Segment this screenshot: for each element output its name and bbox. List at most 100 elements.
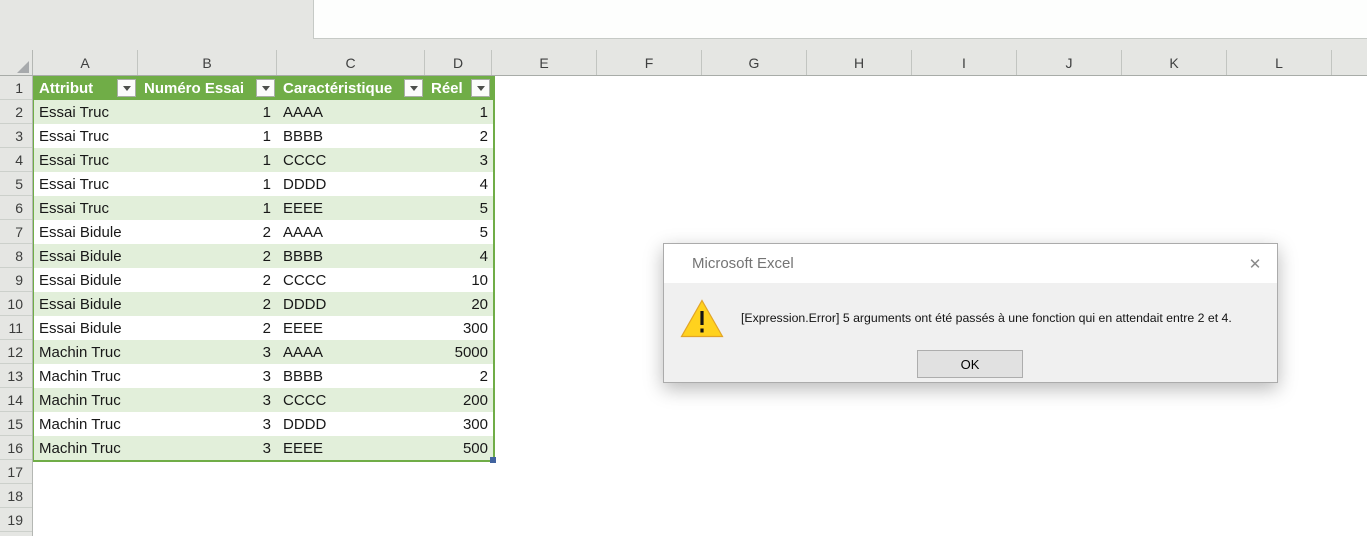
- cell-caracteristique[interactable]: CCCC: [278, 388, 426, 412]
- row-header[interactable]: 14: [0, 388, 32, 412]
- cell-attribut[interactable]: Machin Truc: [34, 340, 139, 364]
- cell-attribut[interactable]: Machin Truc: [34, 388, 139, 412]
- cell-caracteristique[interactable]: AAAA: [278, 340, 426, 364]
- cell-caracteristique[interactable]: BBBB: [278, 364, 426, 388]
- row-header[interactable]: 18: [0, 484, 32, 508]
- cell-attribut[interactable]: Essai Bidule: [34, 220, 139, 244]
- column-header[interactable]: D: [425, 50, 492, 75]
- table-header-cell[interactable]: Numéro Essai: [139, 76, 278, 100]
- column-header[interactable]: C: [277, 50, 425, 75]
- row-header[interactable]: 15: [0, 412, 32, 436]
- cell-attribut[interactable]: Machin Truc: [34, 436, 139, 460]
- filter-dropdown-button[interactable]: [404, 79, 423, 97]
- row-header[interactable]: 13: [0, 364, 32, 388]
- row-header[interactable]: 16: [0, 436, 32, 460]
- cell-reel[interactable]: 5: [426, 196, 493, 220]
- column-header[interactable]: L: [1227, 50, 1332, 75]
- cell-numero-essai[interactable]: 2: [139, 292, 278, 316]
- cell-reel[interactable]: 500: [426, 436, 493, 460]
- table-resize-handle[interactable]: [490, 457, 496, 463]
- cell-attribut[interactable]: Essai Truc: [34, 172, 139, 196]
- cell-attribut[interactable]: Essai Bidule: [34, 316, 139, 340]
- cell-reel[interactable]: 10: [426, 268, 493, 292]
- column-header[interactable]: A: [33, 50, 138, 75]
- cell-numero-essai[interactable]: 1: [139, 196, 278, 220]
- table-header-cell[interactable]: Réel: [426, 76, 493, 100]
- cell-attribut[interactable]: Machin Truc: [34, 364, 139, 388]
- cell-reel[interactable]: 5000: [426, 340, 493, 364]
- cell-caracteristique[interactable]: BBBB: [278, 244, 426, 268]
- column-header[interactable]: K: [1122, 50, 1227, 75]
- select-all-corner[interactable]: [0, 50, 33, 75]
- cell-reel[interactable]: 4: [426, 172, 493, 196]
- cell-caracteristique[interactable]: CCCC: [278, 148, 426, 172]
- cell-attribut[interactable]: Essai Truc: [34, 196, 139, 220]
- cell-caracteristique[interactable]: EEEE: [278, 196, 426, 220]
- cell-reel[interactable]: 200: [426, 388, 493, 412]
- row-header[interactable]: 8: [0, 244, 32, 268]
- filter-dropdown-button[interactable]: [471, 79, 490, 97]
- cell-numero-essai[interactable]: 3: [139, 388, 278, 412]
- cell-caracteristique[interactable]: AAAA: [278, 100, 426, 124]
- cell-attribut[interactable]: Essai Truc: [34, 124, 139, 148]
- row-header[interactable]: 2: [0, 100, 32, 124]
- table-header-cell[interactable]: Attribut: [34, 76, 139, 100]
- table-header-cell[interactable]: Caractéristique: [278, 76, 426, 100]
- cell-numero-essai[interactable]: 3: [139, 364, 278, 388]
- cell-attribut[interactable]: Machin Truc: [34, 412, 139, 436]
- cell-numero-essai[interactable]: 2: [139, 220, 278, 244]
- cell-reel[interactable]: 4: [426, 244, 493, 268]
- cell-caracteristique[interactable]: BBBB: [278, 124, 426, 148]
- column-header[interactable]: B: [138, 50, 277, 75]
- cell-numero-essai[interactable]: 3: [139, 340, 278, 364]
- row-header[interactable]: 11: [0, 316, 32, 340]
- cell-reel[interactable]: 300: [426, 412, 493, 436]
- cell-caracteristique[interactable]: AAAA: [278, 220, 426, 244]
- cell-numero-essai[interactable]: 2: [139, 244, 278, 268]
- cell-reel[interactable]: 300: [426, 316, 493, 340]
- row-header[interactable]: 1: [0, 76, 32, 100]
- cell-numero-essai[interactable]: 1: [139, 172, 278, 196]
- column-header[interactable]: H: [807, 50, 912, 75]
- cell-caracteristique[interactable]: DDDD: [278, 292, 426, 316]
- cell-caracteristique[interactable]: CCCC: [278, 268, 426, 292]
- cell-reel[interactable]: 5: [426, 220, 493, 244]
- cell-caracteristique[interactable]: EEEE: [278, 436, 426, 460]
- filter-dropdown-button[interactable]: [117, 79, 136, 97]
- cell-attribut[interactable]: Essai Bidule: [34, 292, 139, 316]
- ok-button[interactable]: OK: [917, 350, 1023, 378]
- column-header[interactable]: G: [702, 50, 807, 75]
- cell-attribut[interactable]: Essai Truc: [34, 100, 139, 124]
- cell-numero-essai[interactable]: 2: [139, 316, 278, 340]
- cell-attribut[interactable]: Essai Truc: [34, 148, 139, 172]
- row-header[interactable]: 17: [0, 460, 32, 484]
- cell-reel[interactable]: 3: [426, 148, 493, 172]
- cell-caracteristique[interactable]: EEEE: [278, 316, 426, 340]
- cell-reel[interactable]: 20: [426, 292, 493, 316]
- cell-attribut[interactable]: Essai Bidule: [34, 244, 139, 268]
- column-header[interactable]: J: [1017, 50, 1122, 75]
- column-header[interactable]: F: [597, 50, 702, 75]
- cell-numero-essai[interactable]: 3: [139, 436, 278, 460]
- row-header[interactable]: 6: [0, 196, 32, 220]
- close-icon[interactable]: ✕: [1246, 255, 1264, 273]
- row-header[interactable]: 10: [0, 292, 32, 316]
- row-header[interactable]: 9: [0, 268, 32, 292]
- cell-numero-essai[interactable]: 2: [139, 268, 278, 292]
- cell-numero-essai[interactable]: 3: [139, 412, 278, 436]
- row-header[interactable]: 19: [0, 508, 32, 532]
- column-header[interactable]: I: [912, 50, 1017, 75]
- cell-reel[interactable]: 1: [426, 100, 493, 124]
- formula-bar[interactable]: [313, 0, 1367, 39]
- row-header[interactable]: 4: [0, 148, 32, 172]
- cell-numero-essai[interactable]: 1: [139, 124, 278, 148]
- row-header[interactable]: 12: [0, 340, 32, 364]
- row-header[interactable]: 5: [0, 172, 32, 196]
- cell-numero-essai[interactable]: 1: [139, 148, 278, 172]
- column-header[interactable]: E: [492, 50, 597, 75]
- cell-attribut[interactable]: Essai Bidule: [34, 268, 139, 292]
- cell-caracteristique[interactable]: DDDD: [278, 172, 426, 196]
- cell-reel[interactable]: 2: [426, 124, 493, 148]
- row-header[interactable]: 3: [0, 124, 32, 148]
- cell-numero-essai[interactable]: 1: [139, 100, 278, 124]
